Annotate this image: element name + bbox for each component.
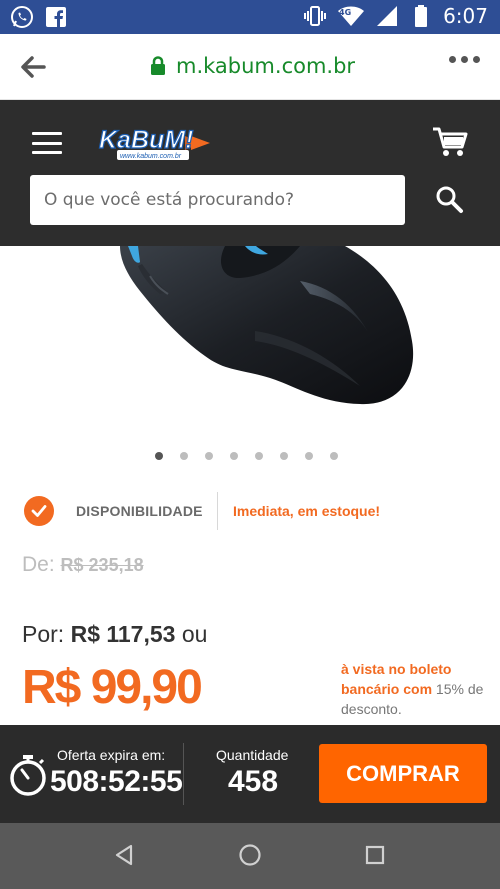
url-text: m.kabum.com.br [176, 54, 356, 78]
wifi-icon: 4G [337, 4, 365, 28]
availability-label: DISPONIBILIDADE [76, 503, 203, 519]
availability-row: DISPONIBILIDADE Imediata, em estoque! [22, 492, 482, 532]
quantity-label: Quantidade [216, 747, 289, 763]
svg-text:4G: 4G [339, 8, 351, 17]
android-nav-bar [0, 823, 500, 889]
kabum-logo[interactable]: KaBuM! www.kabum.com.br [95, 122, 213, 164]
check-icon [24, 496, 54, 526]
divider [217, 492, 218, 530]
search-icon[interactable] [434, 184, 466, 216]
installment-price: Por: R$ 117,53 ou [22, 621, 207, 648]
cart-icon[interactable] [432, 126, 468, 158]
nav-recent-apps-icon[interactable] [363, 843, 387, 867]
carousel-indicator [155, 452, 338, 460]
url-display[interactable]: m.kabum.com.br [150, 54, 355, 78]
por-suffix: ou [181, 621, 208, 647]
product-image[interactable] [0, 246, 500, 436]
carousel-dot[interactable] [255, 452, 263, 460]
nav-home-icon[interactable] [238, 843, 262, 867]
por-price-value: R$ 117,53 [70, 621, 176, 647]
availability-value: Imediata, em estoque! [233, 503, 381, 519]
divider [183, 743, 184, 805]
stopwatch-icon [8, 753, 48, 797]
search-input[interactable] [44, 190, 391, 210]
overflow-menu-icon[interactable] [449, 56, 480, 63]
carousel-dot[interactable] [205, 452, 213, 460]
back-arrow-icon[interactable] [18, 53, 48, 81]
facebook-icon [44, 5, 68, 29]
battery-icon [409, 4, 433, 28]
carousel-dot[interactable] [330, 452, 338, 460]
carousel-dot[interactable] [180, 452, 188, 460]
search-box [30, 175, 405, 225]
boleto-discount-note: à vista no boleto bancário com 15% de de… [341, 659, 491, 719]
lock-icon [151, 56, 165, 75]
svg-text:www.kabum.com.br: www.kabum.com.br [120, 153, 182, 160]
offer-footer: Oferta expira em: 508:52:55 Quantidade 4… [0, 725, 500, 823]
whatsapp-icon [10, 5, 34, 29]
offer-countdown: 508:52:55 [50, 765, 183, 798]
carousel-dot[interactable] [305, 452, 313, 460]
hamburger-menu-icon[interactable] [32, 132, 62, 154]
por-prefix: Por: [22, 621, 65, 647]
signal-icon [375, 4, 399, 28]
old-price-prefix: De: [22, 553, 55, 576]
status-time: 6:07 [443, 4, 488, 28]
old-price-value: R$ 235,18 [60, 555, 144, 575]
old-price: De: R$ 235,18 [22, 553, 144, 577]
carousel-dot[interactable] [155, 452, 163, 460]
quantity-value: 458 [228, 765, 279, 798]
browser-url-bar: m.kabum.com.br [0, 34, 500, 100]
status-bar: 4G 6:07 [0, 0, 500, 34]
nav-back-icon[interactable] [113, 843, 137, 867]
carousel-dot[interactable] [280, 452, 288, 460]
vibrate-icon [303, 4, 327, 28]
svg-text:KaBuM!: KaBuM! [99, 126, 193, 154]
boleto-highlight: à vista no boleto bancário com [341, 661, 452, 697]
cash-price: R$ 99,90 [22, 661, 203, 714]
carousel-dot[interactable] [230, 452, 238, 460]
offer-label: Oferta expira em: [57, 747, 166, 763]
buy-button[interactable]: COMPRAR [319, 744, 487, 803]
site-header: KaBuM! www.kabum.com.br [0, 100, 500, 246]
